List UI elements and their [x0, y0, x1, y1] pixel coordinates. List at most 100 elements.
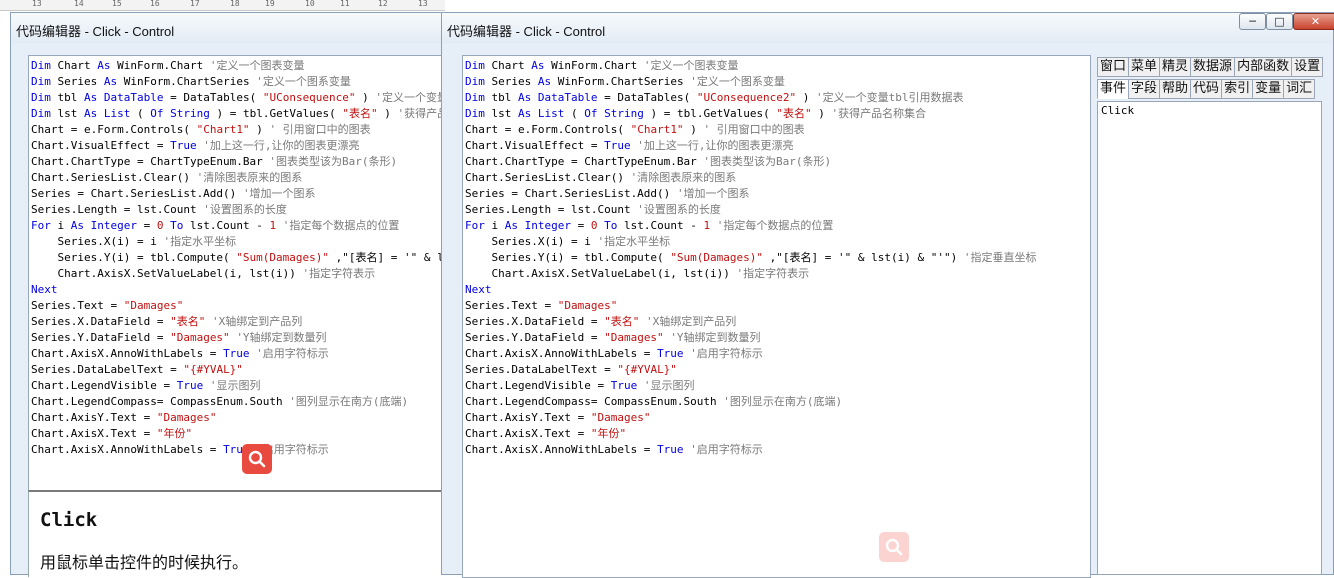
- ruler-tick: 15: [112, 0, 122, 8]
- code-comment: '指定水平坐标: [163, 235, 237, 248]
- code-comment: '增加一个图系: [676, 187, 750, 200]
- search-icon[interactable]: [242, 444, 272, 474]
- code-text: lst.Count -: [623, 219, 697, 232]
- code-keyword: As: [70, 219, 84, 232]
- code-comment: '图表类型该为Bar(条形): [269, 155, 398, 168]
- minimize-icon: ─: [1249, 15, 1256, 28]
- code-text: (: [137, 107, 144, 120]
- code-keyword: DataTable: [537, 91, 598, 104]
- code-string: 0: [156, 219, 164, 232]
- code-comment: '定义一个图系变量: [690, 75, 785, 88]
- code-line: Dim Series As WinForm.ChartSeries '定义一个图…: [31, 74, 443, 90]
- code-line: Chart.LegendVisible = True '显示图列: [465, 378, 1036, 394]
- tab-tabs_row2-6[interactable]: 词汇: [1283, 79, 1316, 99]
- ruler-tick: 11: [340, 0, 350, 8]
- code-string: "Damages": [156, 411, 217, 424]
- event-item[interactable]: Click: [1101, 104, 1134, 117]
- tab-tabs_row2-2[interactable]: 帮助: [1159, 79, 1191, 99]
- code-line: For i As Integer = 0 To lst.Count - 1 '指…: [31, 218, 443, 234]
- code-string: "Sum(Damages)": [670, 251, 764, 264]
- tab-tabs_row2-5[interactable]: 变量: [1252, 79, 1284, 99]
- code-string: "年份": [156, 427, 193, 440]
- tab-tabs_row2-0[interactable]: 事件: [1097, 79, 1129, 99]
- code-keyword: Of: [584, 107, 598, 120]
- code-keyword: Dim: [31, 75, 51, 88]
- code-text: Chart.AxisX.AnnoWithLabels =: [31, 443, 217, 456]
- code-text: Series.X(i) = i: [465, 235, 591, 248]
- code-comment: '图列显示在南方(底端): [289, 395, 409, 408]
- code-text: Series.X(i) = i: [31, 235, 157, 248]
- code-text: ): [802, 91, 810, 104]
- code-line: Series.X(i) = i '指定水平坐标: [465, 234, 1036, 250]
- code-string: "Damages": [604, 331, 664, 344]
- code-line: For i As Integer = 0 To lst.Count - 1 '指…: [465, 218, 1036, 234]
- maximize-button[interactable]: □: [1266, 13, 1293, 30]
- code-line: Series = Chart.SeriesList.Add() '增加一个图系: [465, 186, 1036, 202]
- code-comment: '定义一个变量tbl引用数据表: [816, 91, 964, 104]
- code-text: Series.Text =: [31, 299, 118, 312]
- search-icon[interactable]: [879, 532, 909, 562]
- tab-tabs_row1-4[interactable]: 内部函数: [1234, 57, 1292, 77]
- code-line: Chart.LegendCompass= CompassEnum.South '…: [31, 394, 443, 410]
- code-keyword: True: [604, 139, 631, 152]
- code-keyword: Dim: [465, 59, 485, 72]
- code-comment: '启用字符标示: [690, 347, 763, 360]
- code-line: Series = Chart.SeriesList.Add() '增加一个图系: [31, 186, 443, 202]
- code-keyword: For: [465, 219, 485, 232]
- code-text: Series = Chart.SeriesList.Add(): [31, 187, 237, 200]
- code-text: Chart.LegendCompass= CompassEnum.South: [31, 395, 283, 408]
- code-text: Chart.LegendVisible =: [465, 379, 605, 392]
- close-button[interactable]: ✕: [1293, 13, 1334, 30]
- tab-tabs_row2-4[interactable]: 索引: [1221, 79, 1253, 99]
- right-titlebar[interactable]: 代码编辑器 - Click - Control: [442, 13, 1333, 43]
- code-comment: 'X轴绑定到产品列: [645, 315, 737, 328]
- code-comment: 'Y轴绑定到数量列: [236, 331, 327, 344]
- code-line: Series.X(i) = i '指定水平坐标: [31, 234, 443, 250]
- code-string: "表名": [776, 107, 812, 120]
- code-line: Chart.AxisX.Text = "年份": [31, 426, 443, 442]
- code-text: ): [818, 107, 825, 120]
- code-text: Chart.LegendCompass= CompassEnum.South: [465, 395, 717, 408]
- code-text: =: [577, 219, 585, 232]
- left-code-editor[interactable]: Dim Chart As WinForm.Chart '定义一个图表变量 Dim …: [28, 55, 444, 497]
- code-comment: '启用字符标示: [690, 443, 763, 456]
- code-keyword: As: [531, 59, 545, 72]
- left-titlebar[interactable]: 代码编辑器 - Click - Control: [11, 13, 444, 43]
- code-keyword: String: [170, 107, 210, 120]
- code-text: ) = tbl.GetValues(: [650, 107, 770, 120]
- tab-tabs_row2-3[interactable]: 代码: [1190, 79, 1222, 99]
- code-comment: '加上这一行,让你的图表更漂亮: [637, 139, 794, 152]
- code-text: Series.DataLabelText =: [465, 363, 611, 376]
- ruler-tick: 17: [190, 0, 200, 8]
- help-title: Click: [40, 509, 98, 531]
- code-line: Dim tbl As DataTable = DataTables( "UCon…: [465, 90, 1036, 106]
- code-line: Chart.SeriesList.Clear() '清除图表原来的图系: [31, 170, 443, 186]
- code-string: "表名": [170, 315, 206, 328]
- code-line: Chart.AxisX.AnnoWithLabels = True '启用字符标…: [465, 442, 1036, 458]
- code-keyword: Next: [31, 283, 58, 296]
- tab-tabs_row1-2[interactable]: 精灵: [1159, 57, 1191, 77]
- code-comment: '获得产品名称集合: [831, 107, 927, 120]
- event-list[interactable]: Click: [1097, 101, 1322, 575]
- tab-tabs_row1-0[interactable]: 窗口: [1097, 57, 1129, 77]
- code-text: Chart.ChartType = ChartTypeEnum.Bar: [465, 155, 697, 168]
- code-line: Next: [31, 282, 443, 298]
- ruler: 13 14 15 16 17 18 19 10 11 12 13: [0, 0, 445, 11]
- right-code-editor[interactable]: Dim Chart As WinForm.Chart '定义一个图表变量 Dim …: [462, 55, 1091, 578]
- code-comment: '设置图系的长度: [637, 203, 721, 216]
- ruler-tick: 13: [418, 0, 428, 8]
- code-line: Chart.AxisX.SetValueLabel(i, lst(i)) '指定…: [465, 266, 1036, 282]
- code-text: i: [491, 219, 499, 232]
- minimize-button[interactable]: ─: [1239, 13, 1266, 30]
- tab-tabs_row1-5[interactable]: 设置: [1291, 57, 1324, 77]
- tab-tabs_row1-1[interactable]: 菜单: [1128, 57, 1160, 77]
- tab-tabs_row2-1[interactable]: 字段: [1128, 79, 1160, 99]
- code-comment: '图列显示在南方(底端): [723, 395, 843, 408]
- code-text: Chart.AxisX.SetValueLabel(i, lst(i)): [31, 267, 296, 280]
- code-comment: 'X轴绑定到产品列: [211, 315, 303, 328]
- code-string: "{#YVAL}": [617, 363, 677, 376]
- tab-tabs_row1-3[interactable]: 数据源: [1190, 57, 1235, 77]
- code-text: ): [362, 91, 369, 104]
- code-line: Chart = e.Form.Controls( "Chart1" ) ' 引用…: [31, 122, 443, 138]
- code-text: Chart.AxisX.AnnoWithLabels =: [465, 443, 651, 456]
